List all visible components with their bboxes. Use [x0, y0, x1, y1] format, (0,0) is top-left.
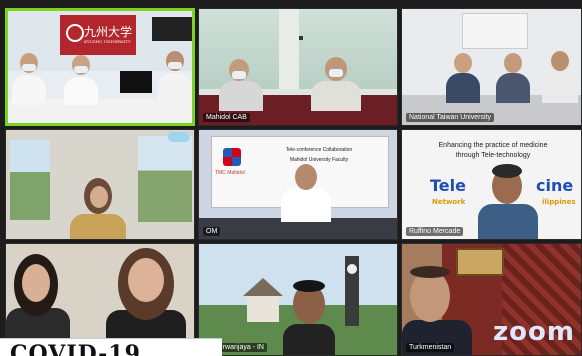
pillar — [279, 9, 299, 89]
landmark-roof — [243, 278, 283, 296]
sign-logo-icon — [66, 24, 84, 42]
tmc-logo-text: TMC Mahidol — [215, 170, 245, 176]
caption-text: COVID-19 — [10, 341, 141, 356]
participant-name: National Taiwan University — [406, 113, 494, 122]
banner — [462, 13, 528, 49]
network-text: Network — [432, 198, 466, 206]
slide-line-2: Mahidol University Faculty — [289, 157, 349, 163]
video-tile-indonesia[interactable]: Nuri Irwanjaya - IN — [198, 243, 398, 356]
video-tile-mahidol-cab[interactable]: Mahidol CAB — [198, 8, 398, 126]
slide-line-1: Enhancing the practice of medicine — [438, 142, 548, 149]
zoom-logo: zoom — [493, 317, 575, 347]
tv-screen — [152, 17, 192, 41]
portrait-frame — [456, 248, 504, 276]
sign-title: 九州大学 — [84, 25, 133, 39]
sign-subtitle: KYUSHU UNIVERSITY — [84, 39, 131, 44]
video-grid: 九州大学 KYUSHU UNIVERSITY Mahidol CAB Natio… — [0, 0, 582, 356]
university-sign: 九州大学 KYUSHU UNIVERSITY — [60, 15, 136, 55]
clock-face — [347, 264, 357, 274]
video-tile-participant-4[interactable] — [5, 129, 195, 240]
landmark-building — [247, 296, 279, 322]
video-tile-om[interactable]: TMC Mahidol Tele-conference Collaboratio… — [198, 129, 398, 240]
chat-bubble-icon — [168, 132, 190, 142]
tele-text: Tele — [430, 176, 466, 195]
participant-name: OM — [203, 227, 221, 236]
medicine-text: cine — [536, 176, 574, 195]
video-tile-kyushu[interactable]: 九州大学 KYUSHU UNIVERSITY — [5, 8, 195, 126]
slide-line-1: Tele-conference Collaboration — [285, 147, 353, 153]
caption-banner: COVID-19 — [0, 338, 222, 356]
window-left — [10, 140, 50, 220]
participant-name: Mahidol CAB — [203, 113, 250, 122]
tmc-logo-icon — [223, 148, 241, 166]
window-right — [138, 136, 192, 222]
video-tile-turkmenistan[interactable]: zoom Turkmenistan — [401, 243, 582, 356]
video-tile-philippines[interactable]: Enhancing the practice of medicine throu… — [401, 129, 582, 240]
country-text: ilippines — [542, 198, 576, 206]
participant-name: Ruffino Mercade — [406, 227, 464, 236]
participant-name: Turkmenistan — [406, 343, 455, 352]
slide-line-2: through Tele-technology — [455, 152, 531, 159]
monitor — [120, 71, 152, 93]
video-tile-taiwan[interactable]: National Taiwan University — [401, 8, 582, 126]
